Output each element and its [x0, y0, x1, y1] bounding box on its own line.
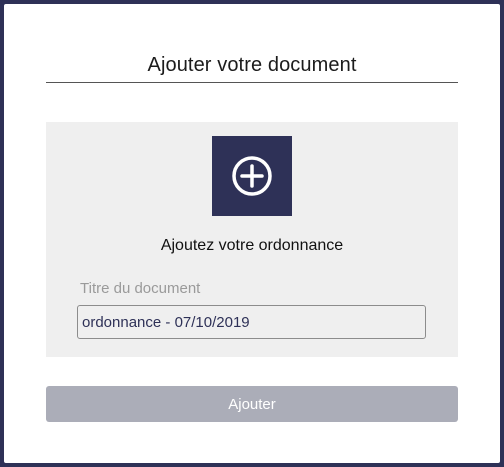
dialog-title: Ajouter votre document	[147, 54, 357, 76]
upload-caption: Ajoutez votre ordonnance	[160, 237, 344, 254]
document-title-label: Titre du document	[80, 280, 201, 297]
upload-panel: Ajoutez votre ordonnance Titre du docume…	[46, 122, 458, 357]
submit-button[interactable]: Ajouter	[46, 386, 458, 422]
plus-circle-icon	[232, 156, 272, 196]
add-document-dialog: Ajouter votre document Ajoutez votre ord…	[4, 4, 500, 463]
add-file-button[interactable]	[212, 136, 292, 216]
title-divider	[46, 82, 458, 83]
document-title-input[interactable]	[77, 305, 426, 339]
